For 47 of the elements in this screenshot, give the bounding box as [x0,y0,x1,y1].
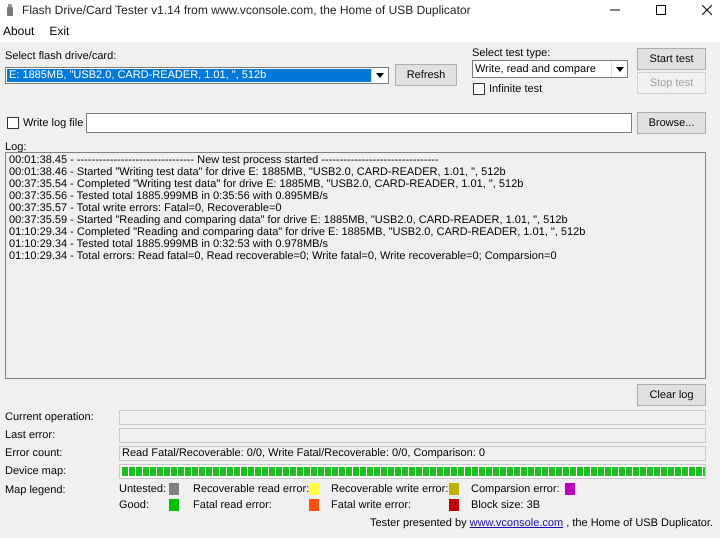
log-line: 00:37:35.57 - Total write errors: Fatal=0, Recoverable=0 [9,202,283,214]
log-line: 00:01:38.45 - -------------------------------- New test process started -------------------------------- [9,154,440,166]
maximize-icon[interactable] [656,5,666,15]
field-label: Current operation: [5,410,95,425]
log-line: 00:37:35.54 - Completed "Writing test data" for drive E: 1885MB, "USB2.0, CARD-READER, 1.01, ", 512b [9,178,524,190]
field-label: Error count: [5,446,64,461]
button[interactable]: Start test [637,48,706,70]
log-line: 01:10:29.34 - Tested total 1885.999MB in 0:32:53 with 0.978MB/s [9,238,330,250]
legend-label: Comparsion error: [471,482,561,497]
test-type-dropdown[interactable]: Write, read and compare [472,60,628,78]
checkbox[interactable] [7,117,19,129]
checkbox-label: Write log file [23,116,84,131]
field-label: Select test type: [472,46,552,60]
log-line: 00:01:38.46 - Started "Writing test data" for drive E: 1885MB, "USB2.0, CARD-READER, 1.01, ", 512b [9,166,507,178]
app-icon [7,4,13,16]
field-label: Last error: [5,428,56,443]
footer-text: Tester presented by www.vconsole.com , the Home of USB Duplicator. [370,516,713,531]
log-line: 01:10:29.34 - Total errors: Read fatal=0, Read recoverable=0; Write fatal=0, Write recoverable=0; Comparsion=0 [9,250,558,262]
legend-label: Recoverable write error: [331,482,449,497]
field-label: Select flash drive/card: [5,49,118,64]
status-field: Read Fatal/Recoverable: 0/0, Write Fatal/Recoverable: 0/0, Comparison: 0 [119,446,706,460]
log-label: Log: [5,140,28,152]
legend-label: Fatal write error: [331,498,412,513]
legend-label: Fatal read error: [193,498,273,513]
dropdown-caret-icon[interactable] [371,68,387,82]
field-label: Map legend: [5,483,67,498]
legend-label: Good: [119,498,150,513]
button[interactable]: Browse... [637,112,706,134]
checkbox-label: Infinite test [489,82,542,97]
legend-label: Block size: 3B [471,498,542,513]
window-title: Flash Drive/Card Tester v1.14 from www.vconsole.com, the Home of USB Duplicator [22,2,471,19]
website-link[interactable]: www.vconsole.com [470,517,564,529]
checkbox[interactable] [473,83,485,96]
button[interactable]: Refresh [395,64,457,86]
drive-dropdown[interactable]: E: 1885MB, "USB2.0, CARD-READER, 1.01, ", 512b [5,66,389,84]
log-line: 01:10:29.34 - Completed "Reading and comparing data" for drive E: 1885MB, "USB2.0, CARD-READER, 1.01, ", 512b [9,226,586,238]
menu-item[interactable]: Exit [46,22,72,40]
legend-label: Recoverable read error: [193,482,309,497]
log-line: 00:37:35.56 - Tested total 1885.999MB in 0:35:56 with 0.895MB/s [9,190,330,202]
button[interactable]: Clear log [637,384,706,406]
menu-item[interactable]: About [0,22,38,40]
dropdown-caret-icon[interactable] [611,61,627,77]
log-file-field[interactable] [86,113,632,133]
close-icon[interactable] [702,5,712,15]
log-line: 00:37:35.59 - Started "Reading and comparing data" for drive E: 1885MB, "USB2.0, CARD-READER, 1.01, ", 512b [9,214,569,226]
legend-label: Untested: [119,482,168,497]
field-label: Device map: [5,464,68,479]
